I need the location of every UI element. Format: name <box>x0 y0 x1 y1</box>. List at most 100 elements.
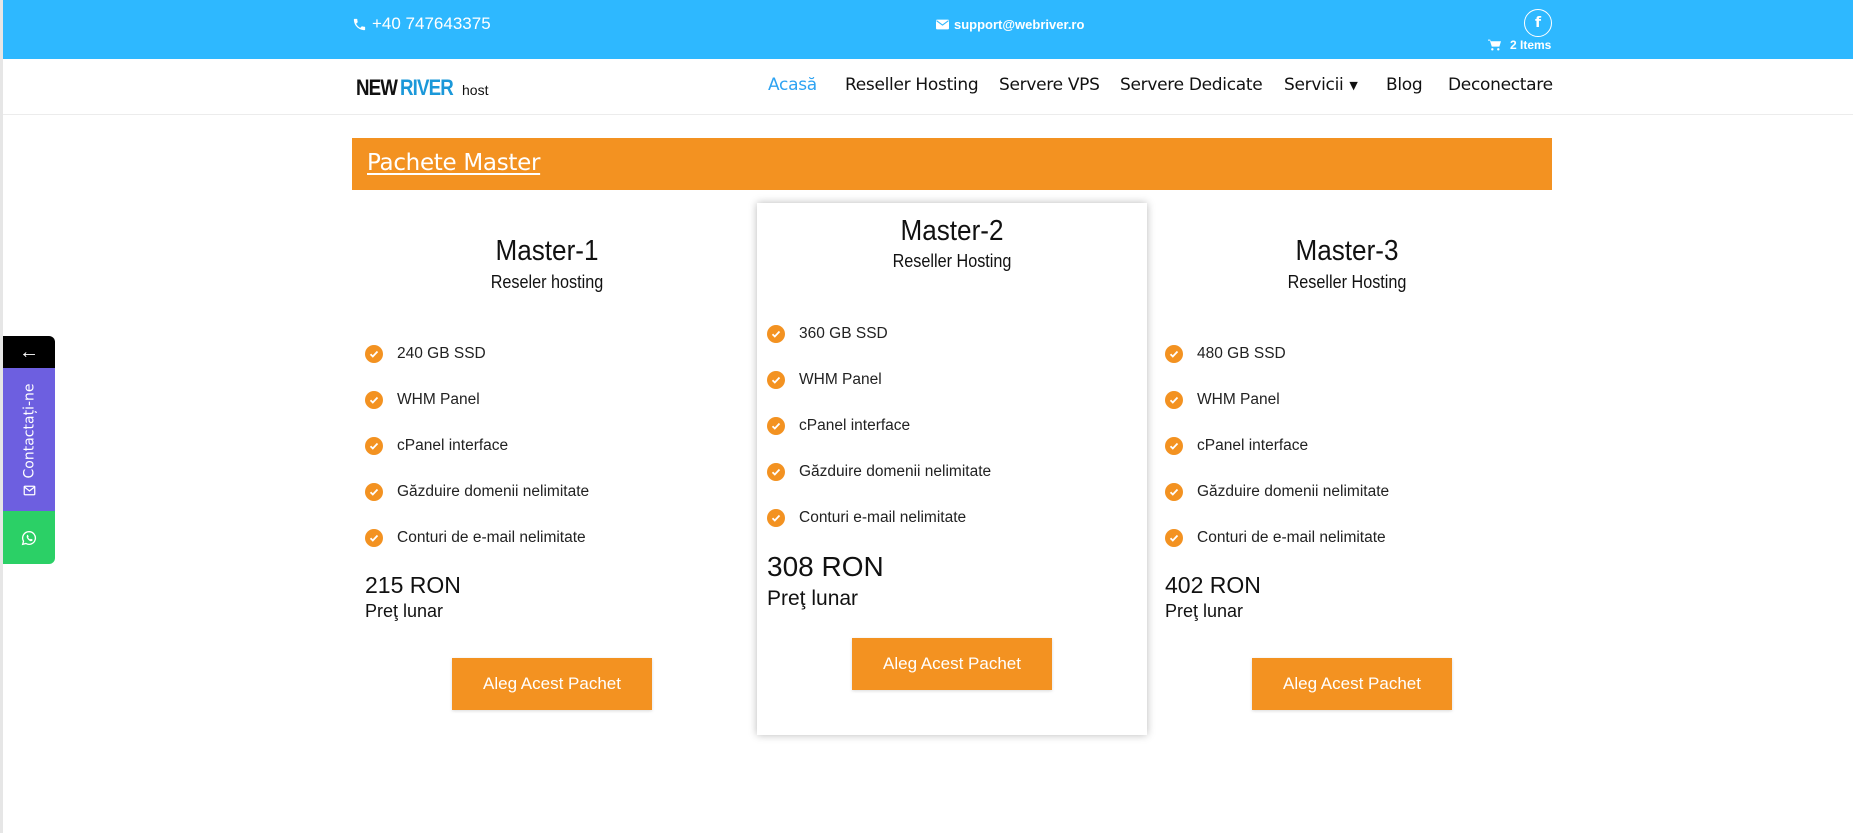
logo-new: NEW <box>356 75 398 100</box>
whatsapp-icon <box>21 530 37 545</box>
top-bar: +40 747643375 support@webriver.ro f 2 It… <box>3 0 1853 59</box>
phone-icon <box>353 18 366 30</box>
plan-price-label: Preţ lunar <box>365 601 444 621</box>
feature-item: WHM Panel <box>1165 377 1389 423</box>
feature-item: Conturi de e-mail nelimitate <box>1165 515 1389 561</box>
check-icon <box>365 437 383 455</box>
nav-item-servere-vps[interactable]: Servere VPS <box>999 75 1100 95</box>
check-icon <box>767 417 785 435</box>
feature-item: cPanel interface <box>365 423 589 469</box>
plan-price: 402 RON <box>1165 572 1261 598</box>
feature-text: cPanel interface <box>1197 437 1309 454</box>
plan-subtitle: Reseler hosting <box>490 272 604 292</box>
plan-price-label: Preţ lunar <box>767 587 859 610</box>
plan-subtitle: Reseller Hosting <box>892 251 1012 271</box>
feature-text: cPanel interface <box>799 417 911 434</box>
feature-item: 240 GB SSD <box>365 331 589 377</box>
plan-card-master-2: Master-2 Reseller Hosting 360 GB SSD WHM… <box>757 203 1147 735</box>
nav-item-acasa[interactable]: Acasă <box>768 75 817 95</box>
choose-plan-button[interactable]: Aleg Acest Pachet <box>852 638 1052 690</box>
check-icon <box>365 529 383 547</box>
plan-name: Master-3 <box>1295 235 1399 267</box>
feature-item: Găzduire domenii nelimitate <box>365 469 589 515</box>
check-icon <box>365 345 383 363</box>
arrow-left-icon: ← <box>19 340 39 363</box>
phone-contact[interactable]: +40 747643375 <box>352 14 491 34</box>
plan-price-label: Preţ lunar <box>1165 601 1244 621</box>
nav-item-servere-dedicate[interactable]: Servere Dedicate <box>1120 75 1263 95</box>
plan-name: Master-1 <box>495 235 599 267</box>
site-logo[interactable]: NEW RIVER host <box>356 75 488 101</box>
feature-text: WHM Panel <box>799 371 882 388</box>
plan-price: 308 RON <box>767 551 884 582</box>
shopping-cart-icon <box>1488 39 1501 51</box>
check-icon <box>1165 345 1183 363</box>
chevron-down-icon: ▼ <box>1349 79 1358 92</box>
feature-item: Găzduire domenii nelimitate <box>1165 469 1389 515</box>
check-icon <box>365 483 383 501</box>
feature-item: 360 GB SSD <box>767 311 991 357</box>
feature-text: 360 GB SSD <box>799 325 888 342</box>
feature-item: Conturi e-mail nelimitate <box>767 495 991 541</box>
section-banner: Pachete Master <box>352 138 1552 190</box>
check-icon <box>1165 437 1183 455</box>
plan-name: Master-2 <box>900 215 1004 247</box>
check-icon <box>1165 483 1183 501</box>
feature-item: 480 GB SSD <box>1165 331 1389 377</box>
check-icon <box>767 371 785 389</box>
nav-item-deconectare[interactable]: Deconectare <box>1448 75 1553 95</box>
feature-text: Conturi de e-mail nelimitate <box>1197 529 1386 546</box>
feature-text: cPanel interface <box>397 437 509 454</box>
feature-text: Găzduire domenii nelimitate <box>799 463 992 480</box>
nav-item-servicii[interactable]: Servicii ▼ <box>1284 75 1358 95</box>
feature-text: Conturi e-mail nelimitate <box>799 509 967 526</box>
email-address: support@webriver.ro <box>954 17 1085 32</box>
feature-item: Conturi de e-mail nelimitate <box>365 515 589 561</box>
check-icon <box>1165 529 1183 547</box>
feature-text: Conturi de e-mail nelimitate <box>397 529 586 546</box>
feature-list: 240 GB SSD WHM Panel cPanel interface Gă… <box>365 331 589 561</box>
check-icon <box>767 509 785 527</box>
feature-text: Găzduire domenii nelimitate <box>397 483 590 500</box>
side-whatsapp-button[interactable] <box>3 511 55 564</box>
feature-text: Găzduire domenii nelimitate <box>1197 483 1390 500</box>
site-header: NEW RIVER host Acasă Reseller Hosting Se… <box>3 59 1853 114</box>
plan-price: 215 RON <box>365 572 461 598</box>
feature-item: Găzduire domenii nelimitate <box>767 449 991 495</box>
check-icon <box>767 463 785 481</box>
feature-item: WHM Panel <box>767 357 991 403</box>
feature-item: WHM Panel <box>365 377 589 423</box>
envelope-icon <box>936 19 949 30</box>
side-contact-label: Contactați-ne <box>21 383 37 478</box>
check-icon <box>365 391 383 409</box>
envelope-icon <box>23 485 35 495</box>
section-title-link[interactable]: Pachete Master <box>367 150 540 176</box>
logo-host: host <box>462 82 489 98</box>
nav-item-servicii-label: Servicii <box>1284 75 1344 95</box>
phone-number: +40 747643375 <box>372 14 491 33</box>
choose-plan-button[interactable]: Aleg Acest Pachet <box>1252 658 1452 710</box>
side-widget-back-button[interactable]: ← <box>3 336 55 368</box>
feature-item: cPanel interface <box>1165 423 1389 469</box>
side-contact-content: Contactați-ne <box>21 383 37 496</box>
feature-text: 240 GB SSD <box>397 345 486 362</box>
logo-river: RIVER <box>400 75 454 100</box>
nav-item-blog[interactable]: Blog <box>1386 75 1423 95</box>
email-contact[interactable]: support@webriver.ro <box>936 17 1084 32</box>
facebook-icon[interactable]: f <box>1524 9 1552 37</box>
plan-subtitle: Reseller Hosting <box>1287 272 1407 292</box>
check-icon <box>1165 391 1183 409</box>
cart-link[interactable]: 2 Items <box>1488 38 1551 52</box>
check-icon <box>767 325 785 343</box>
feature-text: WHM Panel <box>397 391 480 408</box>
cart-count: 2 Items <box>1510 38 1552 52</box>
feature-text: 480 GB SSD <box>1197 345 1286 362</box>
feature-list: 360 GB SSD WHM Panel cPanel interface Gă… <box>767 311 991 541</box>
plan-card-master-1: Master-1 Reseler hosting 240 GB SSD WHM … <box>352 205 742 725</box>
feature-list: 480 GB SSD WHM Panel cPanel interface Gă… <box>1165 331 1389 561</box>
side-contact-button[interactable]: Contactați-ne <box>3 368 55 511</box>
nav-item-reseller-hosting[interactable]: Reseller Hosting <box>845 75 979 95</box>
choose-plan-button[interactable]: Aleg Acest Pachet <box>452 658 652 710</box>
feature-text: WHM Panel <box>1197 391 1280 408</box>
plan-card-master-3: Master-3 Reseller Hosting 480 GB SSD WHM… <box>1152 205 1542 725</box>
